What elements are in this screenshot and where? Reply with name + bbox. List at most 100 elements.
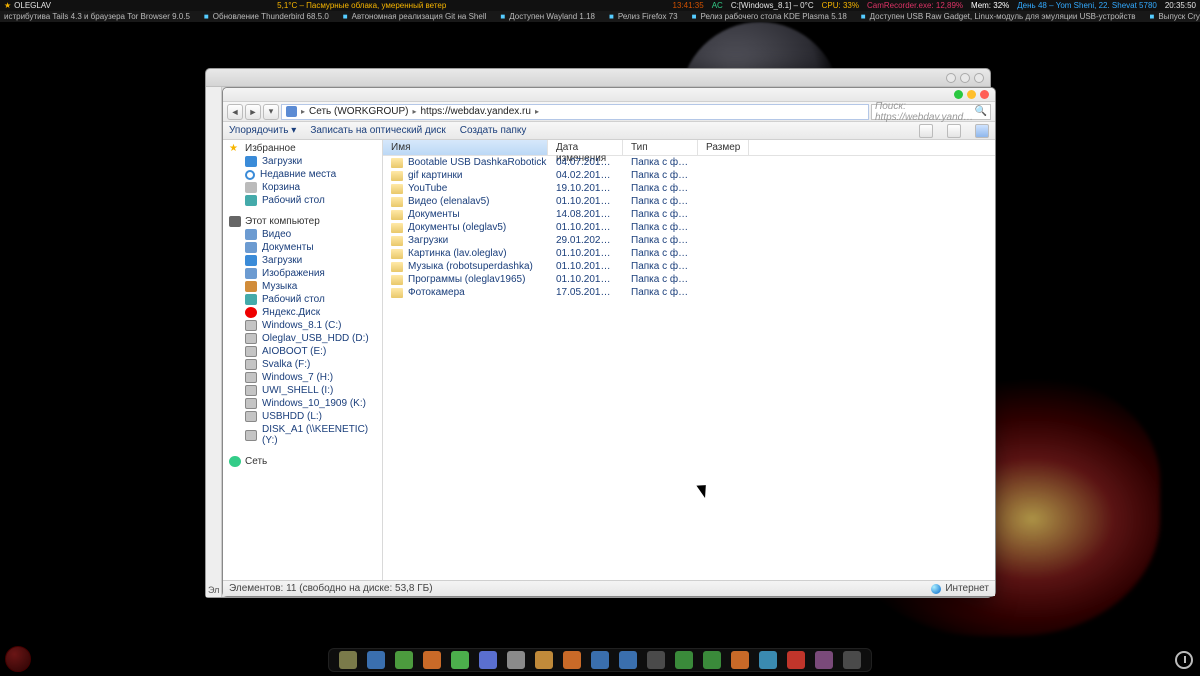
col-type[interactable]: Тип	[623, 140, 698, 155]
file-date: 01.10.2018 13:07	[548, 248, 623, 259]
dock-app-9[interactable]	[591, 651, 609, 669]
nav-back-button[interactable]: ◄	[227, 104, 243, 120]
power-icon[interactable]	[1175, 651, 1193, 669]
col-name[interactable]: Имя	[383, 140, 548, 155]
folder-icon	[391, 158, 403, 168]
sidebar-item[interactable]: Windows_8.1 (C:)	[223, 319, 382, 332]
search-input[interactable]: Поиск: https://webdav.yand… 🔍	[871, 104, 991, 120]
news-item[interactable]: истрибутива Tails 4.3 и браузера Tor Bro…	[4, 12, 190, 21]
close-button[interactable]	[974, 73, 984, 83]
dock-app-2[interactable]	[395, 651, 413, 669]
dock-app-10[interactable]	[619, 651, 637, 669]
sidebar-item[interactable]: Oleglav_USB_HDD (D:)	[223, 332, 382, 345]
preview-pane-button[interactable]	[947, 124, 961, 138]
sidebar-item[interactable]: Svalka (F:)	[223, 358, 382, 371]
sidebar-item[interactable]: UWI_SHELL (I:)	[223, 384, 382, 397]
sidebar-item[interactable]: Рабочий стол	[223, 293, 382, 306]
sidebar-item[interactable]: Недавние места	[223, 168, 382, 181]
start-button[interactable]	[5, 646, 31, 672]
dock-app-6[interactable]	[507, 651, 525, 669]
outer-strip-text: Эл	[208, 585, 219, 595]
col-size[interactable]: Размер	[698, 140, 749, 155]
dock-app-13[interactable]	[703, 651, 721, 669]
folder-icon	[391, 171, 403, 181]
dock-app-5[interactable]	[479, 651, 497, 669]
sidebar-item[interactable]: Загрузки	[223, 254, 382, 267]
sidebar-item[interactable]: AIOBOOT (E:)	[223, 345, 382, 358]
table-row[interactable]: Фотокамера17.05.2017 13:21Папка с файлам…	[383, 286, 995, 299]
table-row[interactable]: Документы14.08.2012 19:09Папка с файлами	[383, 208, 995, 221]
news-item[interactable]: Доступен USB Raw Gadget, Linux-модуль дл…	[870, 12, 1136, 21]
traffic-red-icon[interactable]	[980, 90, 989, 99]
news-item[interactable]: Релиз рабочего стола KDE Plasma 5.18	[700, 12, 846, 21]
sidebar-item[interactable]: Документы	[223, 241, 382, 254]
newfolder-button[interactable]: Создать папку	[460, 125, 527, 136]
sidebar-item[interactable]: Корзина	[223, 181, 382, 194]
organize-button[interactable]: Упорядочить ▾	[229, 125, 296, 136]
sidebar-item[interactable]: Видео	[223, 228, 382, 241]
sidebar-item-label: AIOBOOT (E:)	[262, 346, 326, 357]
table-row[interactable]: YouTube19.10.2018 19:29Папка с файлами	[383, 182, 995, 195]
table-row[interactable]: Музыка (robotsuperdashka)01.10.2018 12:5…	[383, 260, 995, 273]
dock-app-11[interactable]	[647, 651, 665, 669]
dock-app-14[interactable]	[731, 651, 749, 669]
file-name: Фотокамера	[408, 287, 465, 298]
sidebar-item[interactable]: Загрузки	[223, 155, 382, 168]
dock-app-17[interactable]	[815, 651, 833, 669]
dock-app-12[interactable]	[675, 651, 693, 669]
table-row[interactable]: Программы (oleglav1965)01.10.2018 12:57П…	[383, 273, 995, 286]
file-date: 04.02.2015 22:26	[548, 170, 623, 181]
news-item[interactable]: Доступен Wayland 1.18	[509, 12, 595, 21]
outer-window-titlebar[interactable]	[206, 69, 990, 87]
sidebar-item[interactable]: Windows_10_1909 (K:)	[223, 397, 382, 410]
table-row[interactable]: Загрузки29.01.2020 21:12Папка с файлами	[383, 234, 995, 247]
sidebar-item[interactable]: Изображения	[223, 267, 382, 280]
sidebar-item-label: Oleglav_USB_HDD (D:)	[262, 333, 369, 344]
dock-app-15[interactable]	[759, 651, 777, 669]
breadcrumb[interactable]: Сеть (WORKGROUP)	[309, 106, 408, 117]
burn-button[interactable]: Записать на оптический диск	[310, 125, 445, 136]
folder-icon	[391, 262, 403, 272]
dock-app-16[interactable]	[787, 651, 805, 669]
nav-up-button[interactable]: ▾	[263, 104, 279, 120]
table-row[interactable]: gif картинки04.02.2015 22:26Папка с файл…	[383, 169, 995, 182]
sidebar-head-favorites[interactable]: ★ Избранное	[223, 142, 382, 155]
news-item[interactable]: Релиз Firefox 73	[618, 12, 678, 21]
sidebar-item[interactable]: Рабочий стол	[223, 194, 382, 207]
sidebar-item[interactable]: Яндекс.Диск	[223, 306, 382, 319]
dock-app-8[interactable]	[563, 651, 581, 669]
col-date[interactable]: Дата изменения	[548, 140, 623, 155]
breadcrumb[interactable]: https://webdav.yandex.ru	[421, 106, 531, 117]
table-row[interactable]: Bootable USB DashkaRobotick04.07.2015 15…	[383, 156, 995, 169]
news-sep-icon: ■	[692, 12, 697, 21]
help-button[interactable]	[975, 124, 989, 138]
file-date: 19.10.2018 19:29	[548, 183, 623, 194]
maximize-button[interactable]	[960, 73, 970, 83]
traffic-green-icon[interactable]	[954, 90, 963, 99]
news-item[interactable]: Выпуск Cryptsetup 2.3 с	[1158, 12, 1200, 21]
view-options-button[interactable]	[919, 124, 933, 138]
file-name: Программы (oleglav1965)	[408, 274, 525, 285]
table-row[interactable]: Картинка (lav.oleglav)01.10.2018 13:07Па…	[383, 247, 995, 260]
address-field[interactable]: ▸ Сеть (WORKGROUP) ▸ https://webdav.yand…	[281, 104, 869, 120]
sidebar-item[interactable]: Музыка	[223, 280, 382, 293]
news-item[interactable]: Автономная реализация Git на Shell	[352, 12, 487, 21]
dock-app-0[interactable]	[339, 651, 357, 669]
traffic-yellow-icon[interactable]	[967, 90, 976, 99]
table-row[interactable]: Видео (elenalav5)01.10.2018 13:16Папка с…	[383, 195, 995, 208]
table-row[interactable]: Документы (oleglav5)01.10.2018 13:24Папк…	[383, 221, 995, 234]
news-item[interactable]: Обновление Thunderbird 68.5.0	[213, 12, 329, 21]
sidebar-item[interactable]: Windows_7 (H:)	[223, 371, 382, 384]
dock-app-18[interactable]	[843, 651, 861, 669]
sidebar-head-network[interactable]: Сеть	[223, 455, 382, 468]
dock-app-7[interactable]	[535, 651, 553, 669]
minimize-button[interactable]	[946, 73, 956, 83]
sidebar-item[interactable]: DISK_A1 (\\KEENETIC) (Y:)	[223, 423, 382, 447]
dock-app-1[interactable]	[367, 651, 385, 669]
dock-app-4[interactable]	[451, 651, 469, 669]
sidebar-head-computer[interactable]: Этот компьютер	[223, 215, 382, 228]
dock-app-3[interactable]	[423, 651, 441, 669]
sidebar-item[interactable]: USBHDD (L:)	[223, 410, 382, 423]
nav-forward-button[interactable]: ►	[245, 104, 261, 120]
file-type: Папка с файлами	[623, 170, 698, 181]
